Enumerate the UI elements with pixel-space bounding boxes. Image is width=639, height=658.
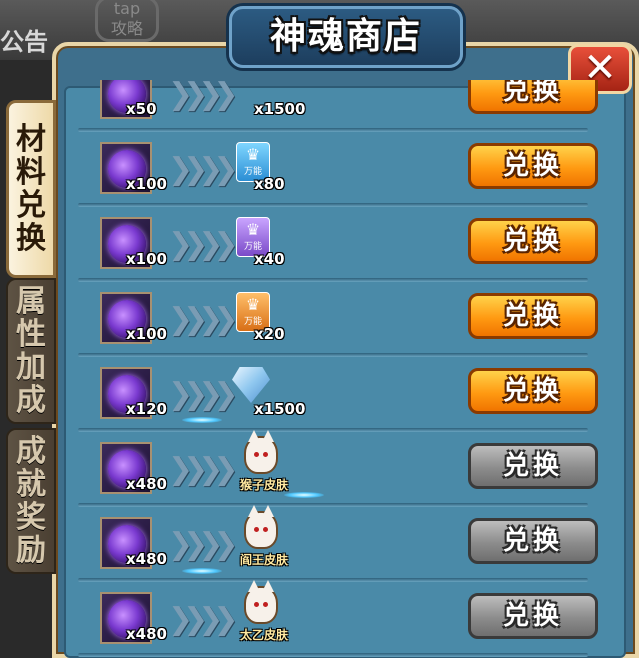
tab-achievement-reward[interactable]: 成就奖励 [6,428,56,574]
skin-name: 阎王皮肤 [239,553,288,567]
diamond-icon [232,367,270,403]
exchange-row: x480 ❯❯❯❯ 阎王皮肤 兑换 [68,505,608,582]
exchange-button[interactable]: 兑换 [468,218,598,264]
reward-quantity: x20 [254,325,285,343]
cost-quantity: x120 [126,400,167,418]
background-guide-text: tap [113,0,141,18]
sparkle-effect [182,417,222,423]
tab-label-char: 就 [16,467,46,502]
background-guide-text2: 攻略 [110,19,143,38]
tab-label-char: 兑 [16,188,46,223]
fox-eye [263,602,268,607]
arrows-icon: ❯❯❯❯ [168,452,238,487]
exchange-button[interactable]: 兑换 [468,143,598,189]
exchange-row: x50❯❯❯❯EXPx1500兑换 [68,80,608,132]
tab-material-exchange[interactable]: 材料兑换 [6,100,56,278]
arrows-icon: ❯❯❯❯ [168,302,238,337]
cost-quantity: x100 [126,250,167,268]
background-guide-badge: tap 攻略 [95,0,159,42]
tab-label-char: 料 [16,155,46,190]
exchange-button[interactable]: 兑换 [468,518,598,564]
fox-eye [254,452,259,457]
crown-icon: ♛ [245,145,261,164]
arrows-icon: ❯❯❯❯ [168,527,238,562]
tab-attribute-bonus[interactable]: 属性加成 [6,278,56,424]
tab-label-char: 属 [16,284,46,319]
fox-eye [263,452,268,457]
arrows-icon: ❯❯❯❯ [168,602,238,637]
sparkle-effect [182,568,222,574]
arrows-icon: ❯❯❯❯ [168,80,238,112]
tab-label-char: 加 [16,350,46,385]
tab-label-char: 奖 [16,500,46,535]
exchange-row: x120 ❯❯❯❯ x1500 兑换 [68,357,608,432]
exchange-button[interactable]: 兑换 [468,80,598,114]
reward-quantity: x1500 [254,100,306,118]
arrows-icon: ❯❯❯❯ [168,152,238,187]
exchange-button[interactable]: 兑换 [468,443,598,489]
row-divider [78,653,588,657]
cost-quantity: x480 [126,550,167,568]
exchange-row: x100 ❯❯❯❯ ♛ 万能 x20 兑换 [68,282,608,357]
fox-skin-icon [244,580,278,624]
tab-label-char: 材 [16,122,46,157]
tab-label-char: 换 [16,221,46,256]
crown-icon: ♛ [245,220,261,239]
tab-label-char: 成 [16,383,46,418]
fox-eye [254,527,259,532]
exchange-row: x480 ❯❯❯❯ 太乙皮肤 兑换 [68,580,608,657]
cost-quantity: x100 [126,175,167,193]
arrows-icon: ❯❯❯❯ [168,227,238,262]
cost-quantity: x50 [126,100,157,118]
fox-eye [254,602,259,607]
exchange-row: x480 ❯❯❯❯ 猴子皮肤 兑换 [68,430,608,507]
reward-quantity: x1500 [254,400,306,418]
exchange-button[interactable]: 兑换 [468,593,598,639]
cost-quantity: x100 [126,325,167,343]
cost-quantity: x480 [126,625,167,643]
tab-label-char: 励 [16,533,46,568]
fox-skin-icon [244,505,278,549]
exchange-row: x100 ❯❯❯❯ ♛ 万能 x40 兑换 [68,207,608,282]
title-plate: 神魂商店 [229,6,463,68]
exchange-button[interactable]: 兑换 [468,368,598,414]
exchange-button[interactable]: 兑换 [468,293,598,339]
fox-eye [263,527,268,532]
sparkle-effect [284,492,324,498]
exchange-list[interactable]: x50❯❯❯❯EXPx1500兑换x100❯❯❯❯♛万能x80兑换x100❯❯❯… [68,80,608,658]
fox-skin-icon [244,430,278,474]
exchange-row: x100 ❯❯❯❯ ♛ 万能 x80 兑换 [68,132,608,207]
cost-quantity: x480 [126,475,167,493]
reward-quantity: x40 [254,250,285,268]
skin-name: 太乙皮肤 [239,628,288,642]
notice-text: 公告 [0,27,48,56]
tab-label-char: 性 [16,317,46,352]
tab-label-char: 成 [16,434,46,469]
skin-name: 猴子皮肤 [239,478,288,492]
crown-icon: ♛ [245,295,261,314]
page-title: 神魂商店 [269,16,422,57]
reward-quantity: x80 [254,175,285,193]
arrows-icon: ❯❯❯❯ [168,377,238,412]
